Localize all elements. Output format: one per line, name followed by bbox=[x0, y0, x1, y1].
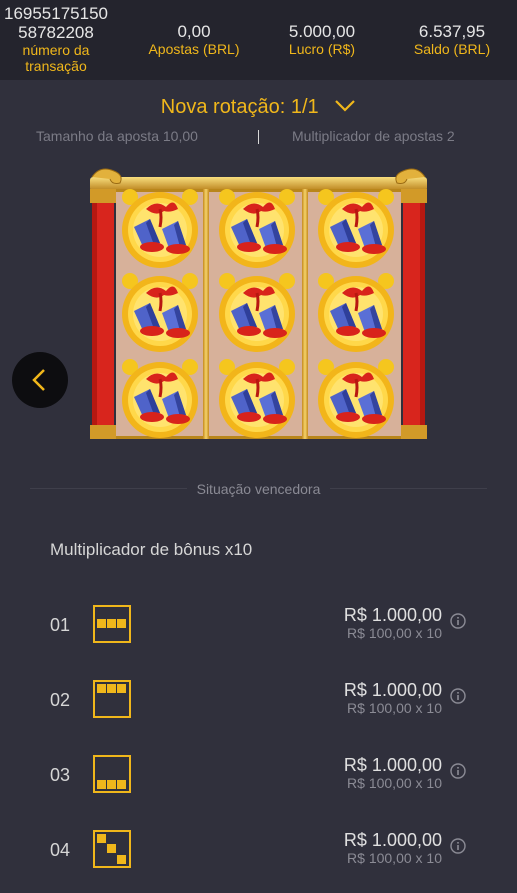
balance-block: 6.537,95 Saldo (BRL) bbox=[392, 22, 512, 102]
bets-value: 0,00 bbox=[177, 22, 211, 41]
left-pillar bbox=[90, 189, 116, 439]
firecracker-bells-symbol bbox=[219, 189, 295, 268]
payline-pattern-diagonal bbox=[93, 830, 131, 868]
payline-detail: R$ 100,00 x 10 bbox=[347, 700, 442, 716]
info-icon[interactable] bbox=[450, 838, 466, 854]
firecracker-bells-symbol bbox=[318, 189, 394, 268]
info-icon[interactable] bbox=[450, 688, 466, 704]
bet-multiplier: Multiplicador de apostas 2 bbox=[292, 128, 455, 144]
payline-pattern-top-row bbox=[93, 680, 131, 718]
payline-number: 01 bbox=[50, 615, 71, 635]
right-pillar bbox=[401, 189, 427, 439]
winning-situation-heading: Situação vencedora bbox=[0, 481, 517, 497]
profit-label: Lucro (R$) bbox=[288, 41, 356, 57]
profit-value: 5.000,00 bbox=[288, 22, 356, 41]
profit-block: 5.000,00 Lucro (R$) bbox=[262, 22, 382, 102]
payline-detail: R$ 100,00 x 10 bbox=[347, 850, 442, 866]
firecracker-bells-symbol bbox=[122, 189, 198, 268]
firecracker-bells-symbol bbox=[318, 359, 394, 438]
payline-row: 04 R$ 1.000,00 R$ 100,00 x 10 bbox=[0, 822, 517, 882]
transaction-label-line2: transação bbox=[25, 58, 87, 74]
slot-reels bbox=[86, 163, 431, 453]
payline-amount: R$ 1.000,00 bbox=[343, 605, 442, 625]
info-icon[interactable] bbox=[450, 763, 466, 779]
payline-row: 01 R$ 1.000,00 R$ 100,00 x 10 bbox=[0, 597, 517, 657]
transaction-label-line1: número da bbox=[22, 42, 90, 58]
transaction-id-line1: 16955175150 bbox=[3, 4, 108, 23]
rotation-title: Nova rotação: 1/1 bbox=[160, 96, 319, 118]
firecracker-bells-symbol bbox=[122, 273, 198, 352]
bonus-multiplier-label: Multiplicador de bônus x10 bbox=[50, 540, 253, 559]
payline-amount: R$ 1.000,00 bbox=[343, 755, 442, 775]
reel-divider bbox=[302, 189, 308, 439]
firecracker-bells-symbol bbox=[122, 359, 198, 438]
firecracker-bells-symbol bbox=[219, 359, 295, 438]
payline-pattern-bottom-row bbox=[93, 755, 131, 793]
bet-size: Tamanho da aposta 10,00 bbox=[36, 128, 198, 144]
chevron-left-icon bbox=[32, 369, 45, 391]
bets-label: Apostas (BRL) bbox=[148, 41, 240, 57]
chevron-down-icon bbox=[335, 99, 355, 112]
info-icon[interactable] bbox=[450, 613, 466, 629]
payline-number: 03 bbox=[50, 765, 71, 785]
payline-detail: R$ 100,00 x 10 bbox=[347, 775, 442, 791]
balance-value: 6.537,95 bbox=[418, 22, 486, 41]
back-button[interactable] bbox=[12, 352, 68, 408]
transaction-id-line2: 58782208 bbox=[18, 23, 94, 42]
payline-detail: R$ 100,00 x 10 bbox=[347, 625, 442, 641]
payline-pattern-middle-row bbox=[93, 605, 131, 643]
payline-number: 04 bbox=[50, 840, 71, 860]
firecracker-bells-symbol bbox=[318, 273, 394, 352]
payline-row: 03 R$ 1.000,00 R$ 100,00 x 10 bbox=[0, 747, 517, 807]
payline-amount: R$ 1.000,00 bbox=[343, 830, 442, 850]
payline-number: 02 bbox=[50, 690, 71, 710]
bets-block: 0,00 Apostas (BRL) bbox=[134, 22, 254, 102]
winning-situation-label: Situação vencedora bbox=[186, 481, 331, 497]
transaction-id-block: 16955175150 58782208 número da transação bbox=[0, 4, 112, 84]
transaction-header: 16955175150 58782208 número da transação… bbox=[0, 0, 517, 80]
firecracker-bells-symbol bbox=[219, 273, 295, 352]
payline-amount: R$ 1.000,00 bbox=[343, 680, 442, 700]
rotation-selector[interactable]: Nova rotação: 1/1 bbox=[0, 96, 517, 126]
balance-label: Saldo (BRL) bbox=[413, 41, 491, 57]
payline-row: 02 R$ 1.000,00 R$ 100,00 x 10 bbox=[0, 672, 517, 732]
info-separator bbox=[258, 130, 259, 144]
